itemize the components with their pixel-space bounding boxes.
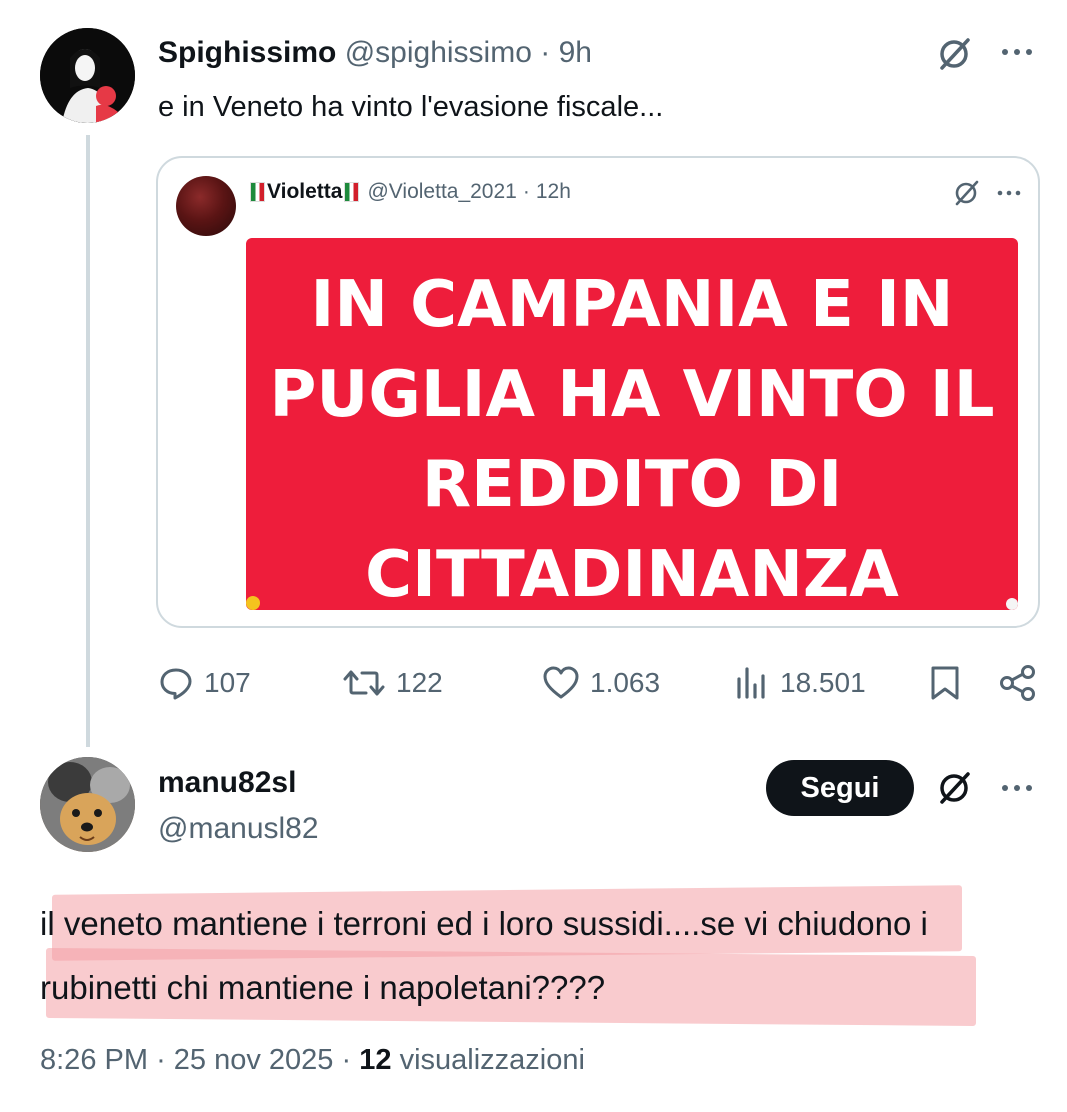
tweet2-text: il veneto mantiene i terroni ed i loro s… bbox=[40, 905, 928, 1006]
meta-separator: · bbox=[341, 1044, 352, 1076]
avatar-spighissimo[interactable] bbox=[40, 28, 135, 123]
tweet1-time[interactable]: 9h bbox=[559, 36, 592, 69]
share-button[interactable] bbox=[998, 660, 1048, 706]
follow-button[interactable]: Segui bbox=[766, 760, 914, 816]
quoted-tweet-card[interactable]: Violetta @Violetta_2021 · 12h IN CAMPANI… bbox=[156, 156, 1040, 628]
tweet2-time[interactable]: 8:26 PM bbox=[40, 1044, 148, 1076]
views-button[interactable]: 18.501 bbox=[734, 660, 866, 706]
thread-line bbox=[86, 135, 90, 747]
avatar-violetta[interactable] bbox=[176, 176, 236, 236]
retweet-icon bbox=[343, 670, 385, 696]
retweet-count: 122 bbox=[396, 667, 443, 698]
reply-icon bbox=[160, 668, 192, 700]
like-button[interactable]: 1.063 bbox=[542, 660, 660, 706]
meta-separator: · bbox=[156, 1044, 166, 1076]
quoted-author-name[interactable]: Violetta bbox=[267, 178, 342, 206]
grok-icon[interactable] bbox=[951, 178, 981, 208]
tweet2-meta: 8:26 PM · 25 nov 2025 · 12 visualizzazio… bbox=[40, 1040, 585, 1080]
image-corner-decoration bbox=[1006, 598, 1018, 610]
tweet2-author-name[interactable]: manu82sl bbox=[158, 764, 296, 802]
tweet2-views-count: 12 bbox=[359, 1044, 392, 1076]
more-icon[interactable] bbox=[1000, 776, 1034, 800]
like-icon bbox=[543, 666, 579, 699]
avatar-manu82sl[interactable] bbox=[40, 757, 135, 852]
quoted-author-handle[interactable]: @Violetta_2021 bbox=[367, 178, 516, 206]
grok-icon[interactable] bbox=[934, 768, 974, 808]
more-icon[interactable] bbox=[996, 184, 1022, 202]
tweet1-separator: · bbox=[540, 36, 551, 69]
retweet-button[interactable]: 122 bbox=[342, 660, 443, 706]
tweet2-author-handle[interactable]: @manusl82 bbox=[158, 810, 319, 848]
bookmark-icon bbox=[931, 666, 959, 700]
share-icon bbox=[1000, 665, 1035, 701]
reply-count: 107 bbox=[204, 667, 251, 698]
quoted-tweet-header: Violetta @Violetta_2021 · 12h bbox=[248, 178, 571, 206]
bookmark-button[interactable] bbox=[928, 660, 972, 706]
quoted-tweet-image[interactable]: IN CAMPANIA E IN PUGLIA HA VINTO IL REDD… bbox=[246, 238, 1018, 610]
tweet1-header: Spighissimo @spighissimo · 9h bbox=[158, 34, 592, 72]
tweet1-text: e in Veneto ha vinto l'evasione fiscale.… bbox=[158, 91, 664, 123]
quoted-separator: · bbox=[522, 180, 530, 203]
quoted-image-text: IN CAMPANIA E IN PUGLIA HA VINTO IL REDD… bbox=[269, 268, 995, 610]
image-corner-decoration bbox=[246, 596, 260, 610]
quoted-time[interactable]: 12h bbox=[536, 178, 571, 206]
reply-button[interactable]: 107 bbox=[158, 660, 251, 706]
tweet2-date[interactable]: 25 nov 2025 bbox=[174, 1044, 334, 1076]
like-count: 1.063 bbox=[590, 667, 661, 698]
tweet1-author-handle[interactable]: @spighissimo bbox=[345, 36, 532, 69]
views-icon bbox=[737, 667, 765, 699]
italy-flag-icon bbox=[344, 182, 360, 202]
views-count: 18.501 bbox=[780, 667, 866, 698]
italy-flag-icon bbox=[250, 182, 265, 202]
tweet1-author-name[interactable]: Spighissimo bbox=[158, 36, 336, 69]
grok-icon[interactable] bbox=[934, 34, 974, 74]
tweet2-views-label: visualizzazioni bbox=[399, 1044, 585, 1076]
more-icon[interactable] bbox=[1000, 40, 1034, 64]
